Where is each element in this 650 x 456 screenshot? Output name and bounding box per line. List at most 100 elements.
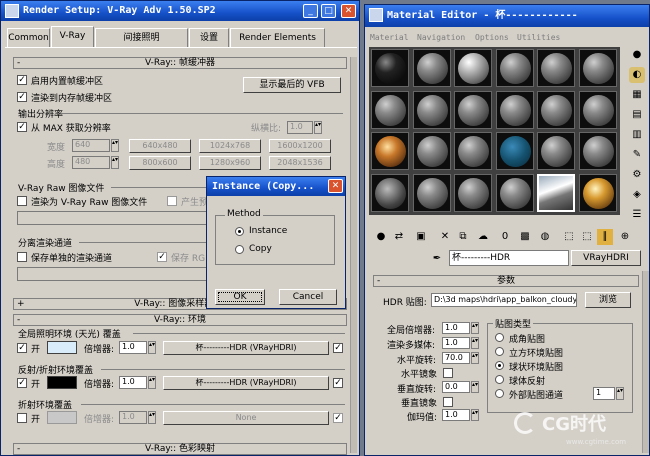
material-sample-slot[interactable] xyxy=(454,49,492,87)
material-sample-slot[interactable] xyxy=(578,132,617,170)
tab-settings[interactable]: 设置 xyxy=(189,28,229,47)
material-sample-slot[interactable] xyxy=(412,49,451,87)
radio-copy[interactable] xyxy=(235,245,244,254)
browse-button[interactable]: 浏览 xyxy=(585,292,631,308)
instance-dialog-titlebar[interactable]: Instance (Copy... xyxy=(207,177,345,196)
put-to-library-icon[interactable]: ☁ xyxy=(475,229,491,245)
material-sample-slot[interactable] xyxy=(371,90,409,129)
material-sample-slot[interactable] xyxy=(537,173,575,212)
menu-utilities[interactable]: Utilities xyxy=(517,33,560,42)
height-input[interactable]: 480 xyxy=(72,156,110,169)
from-max-checkbox[interactable]: ✓ xyxy=(17,122,27,132)
material-sample-slot[interactable] xyxy=(537,132,575,170)
background-icon[interactable]: ▦ xyxy=(629,87,645,103)
menu-material[interactable]: Material xyxy=(370,33,409,42)
pick-material-icon[interactable]: ✒ xyxy=(429,251,445,267)
assign-to-selection-icon[interactable]: ▣ xyxy=(413,229,429,245)
gamma-input[interactable]: 1.0 xyxy=(442,409,470,421)
material-sample-slot[interactable] xyxy=(537,90,575,129)
radio-angular-map[interactable] xyxy=(495,333,504,342)
tab-common[interactable]: Common xyxy=(7,28,50,47)
material-sample-slot[interactable] xyxy=(454,90,492,129)
refl-env-color-swatch[interactable] xyxy=(47,376,77,389)
close-button[interactable]: ✕ xyxy=(341,4,356,18)
preset-800x600[interactable]: 800x600 xyxy=(129,156,191,170)
hdr-path-field[interactable]: D:\3d maps\hdri\app_balkon_cloudy. xyxy=(431,293,577,307)
aspect-input[interactable]: 1.0 xyxy=(287,121,313,134)
refl-env-on-checkbox[interactable]: ✓ xyxy=(17,378,27,388)
save-rgb-checkbox[interactable]: ✓ xyxy=(157,252,167,262)
parameters-rollout-header[interactable]: - 参数 xyxy=(373,275,639,287)
go-forward-sibling-icon[interactable]: ⬚ xyxy=(579,229,595,245)
gamma-spinner[interactable]: ▴▾ xyxy=(471,409,479,421)
refl-multiplier-input[interactable]: 1.0 xyxy=(119,376,147,389)
radio-cubic-map[interactable] xyxy=(495,347,504,356)
gi-env-on-checkbox[interactable]: ✓ xyxy=(17,343,27,353)
maximize-button[interactable]: □ xyxy=(321,4,336,18)
material-sample-slot[interactable] xyxy=(495,49,534,87)
tab-indirect-illumination[interactable]: 间接照明 xyxy=(95,28,188,47)
v-flip-checkbox[interactable] xyxy=(443,397,453,407)
color-mapping-rollout-header[interactable]: - V-Ray:: 色彩映射 xyxy=(13,443,347,455)
radio-mirror-ball[interactable] xyxy=(495,375,504,384)
options-icon[interactable]: ⚙ xyxy=(629,167,645,183)
preset-1280x960[interactable]: 1280x960 xyxy=(199,156,261,170)
dialog-close-button[interactable]: ✕ xyxy=(328,179,343,193)
gi-multiplier-input[interactable]: 1.0 xyxy=(119,341,147,354)
map-channel-input[interactable]: 1 xyxy=(593,387,615,400)
preset-2048x1536[interactable]: 2048x1536 xyxy=(269,156,331,170)
split-channel-path[interactable] xyxy=(17,267,213,281)
show-map-icon[interactable]: ∥ xyxy=(597,229,613,245)
material-name-field[interactable]: 杯---------HDR xyxy=(449,250,569,266)
make-unique-icon[interactable]: ⧉ xyxy=(455,229,471,245)
reset-map-icon[interactable]: ✕ xyxy=(437,229,453,245)
material-sample-slot[interactable] xyxy=(537,49,575,87)
material-sample-slot[interactable] xyxy=(454,173,492,212)
menu-navigation[interactable]: Navigation xyxy=(417,33,465,42)
tab-render-elements[interactable]: Render Elements xyxy=(230,28,325,47)
material-map-navigator-icon[interactable]: ⊕ xyxy=(617,229,633,245)
render-to-raw-checkbox[interactable] xyxy=(17,196,27,206)
show-end-result-icon[interactable]: ◍ xyxy=(537,229,553,245)
refl-env-map-button[interactable]: 杯---------HDR (VRayHDRI) xyxy=(163,376,329,390)
h-flip-checkbox[interactable] xyxy=(443,368,453,378)
generate-preview-checkbox[interactable] xyxy=(167,196,177,206)
minimize-button[interactable]: _ xyxy=(303,4,318,18)
material-sample-slot[interactable] xyxy=(495,173,534,212)
material-navigator-icon[interactable]: ☰ xyxy=(629,207,645,223)
render-to-memory-checkbox[interactable]: ✓ xyxy=(17,92,27,102)
h-rotation-input[interactable]: 70.0 xyxy=(442,352,470,364)
preset-640x480[interactable]: 640x480 xyxy=(129,139,191,153)
width-spinner[interactable]: ▴▾ xyxy=(111,139,119,152)
width-input[interactable]: 640 xyxy=(72,139,110,152)
raw-file-path[interactable] xyxy=(17,211,213,225)
refr-env-map-button[interactable]: None xyxy=(163,411,329,425)
material-sample-slot[interactable] xyxy=(371,173,409,212)
make-preview-icon[interactable]: ✎ xyxy=(629,147,645,163)
preset-1024x768[interactable]: 1024x768 xyxy=(199,139,261,153)
show-last-vfb-button[interactable]: 显示最后的 VFB xyxy=(243,77,341,93)
material-sample-slot[interactable] xyxy=(371,49,409,87)
v-rotation-spinner[interactable]: ▴▾ xyxy=(471,381,479,393)
gi-multiplier-spinner[interactable]: ▴▾ xyxy=(148,341,156,354)
put-to-scene-icon[interactable]: ⇄ xyxy=(391,229,407,245)
h-rotation-spinner[interactable]: ▴▾ xyxy=(471,352,479,364)
material-sample-slot[interactable] xyxy=(412,90,451,129)
go-to-parent-icon[interactable]: ⬚ xyxy=(561,229,577,245)
cancel-button[interactable]: Cancel xyxy=(279,289,337,305)
material-sample-slot[interactable] xyxy=(412,173,451,212)
radio-spherical-map[interactable] xyxy=(495,361,504,370)
sample-type-icon[interactable]: ● xyxy=(629,47,645,63)
height-spinner[interactable]: ▴▾ xyxy=(111,156,119,169)
menu-options[interactable]: Options xyxy=(475,33,509,42)
refr-env-on-checkbox[interactable] xyxy=(17,413,27,423)
material-sample-slot[interactable] xyxy=(578,90,617,129)
map-type-button[interactable]: VRayHDRI xyxy=(571,250,641,266)
video-color-check-icon[interactable]: ▥ xyxy=(629,127,645,143)
save-separate-checkbox[interactable] xyxy=(17,252,27,262)
get-material-icon[interactable]: ● xyxy=(373,229,389,245)
overall-mult-spinner[interactable]: ▴▾ xyxy=(471,322,479,334)
map-channel-spinner[interactable]: ▴▾ xyxy=(616,387,624,400)
gi-map-toggle[interactable]: ✓ xyxy=(333,343,343,353)
refl-multiplier-spinner[interactable]: ▴▾ xyxy=(148,376,156,389)
